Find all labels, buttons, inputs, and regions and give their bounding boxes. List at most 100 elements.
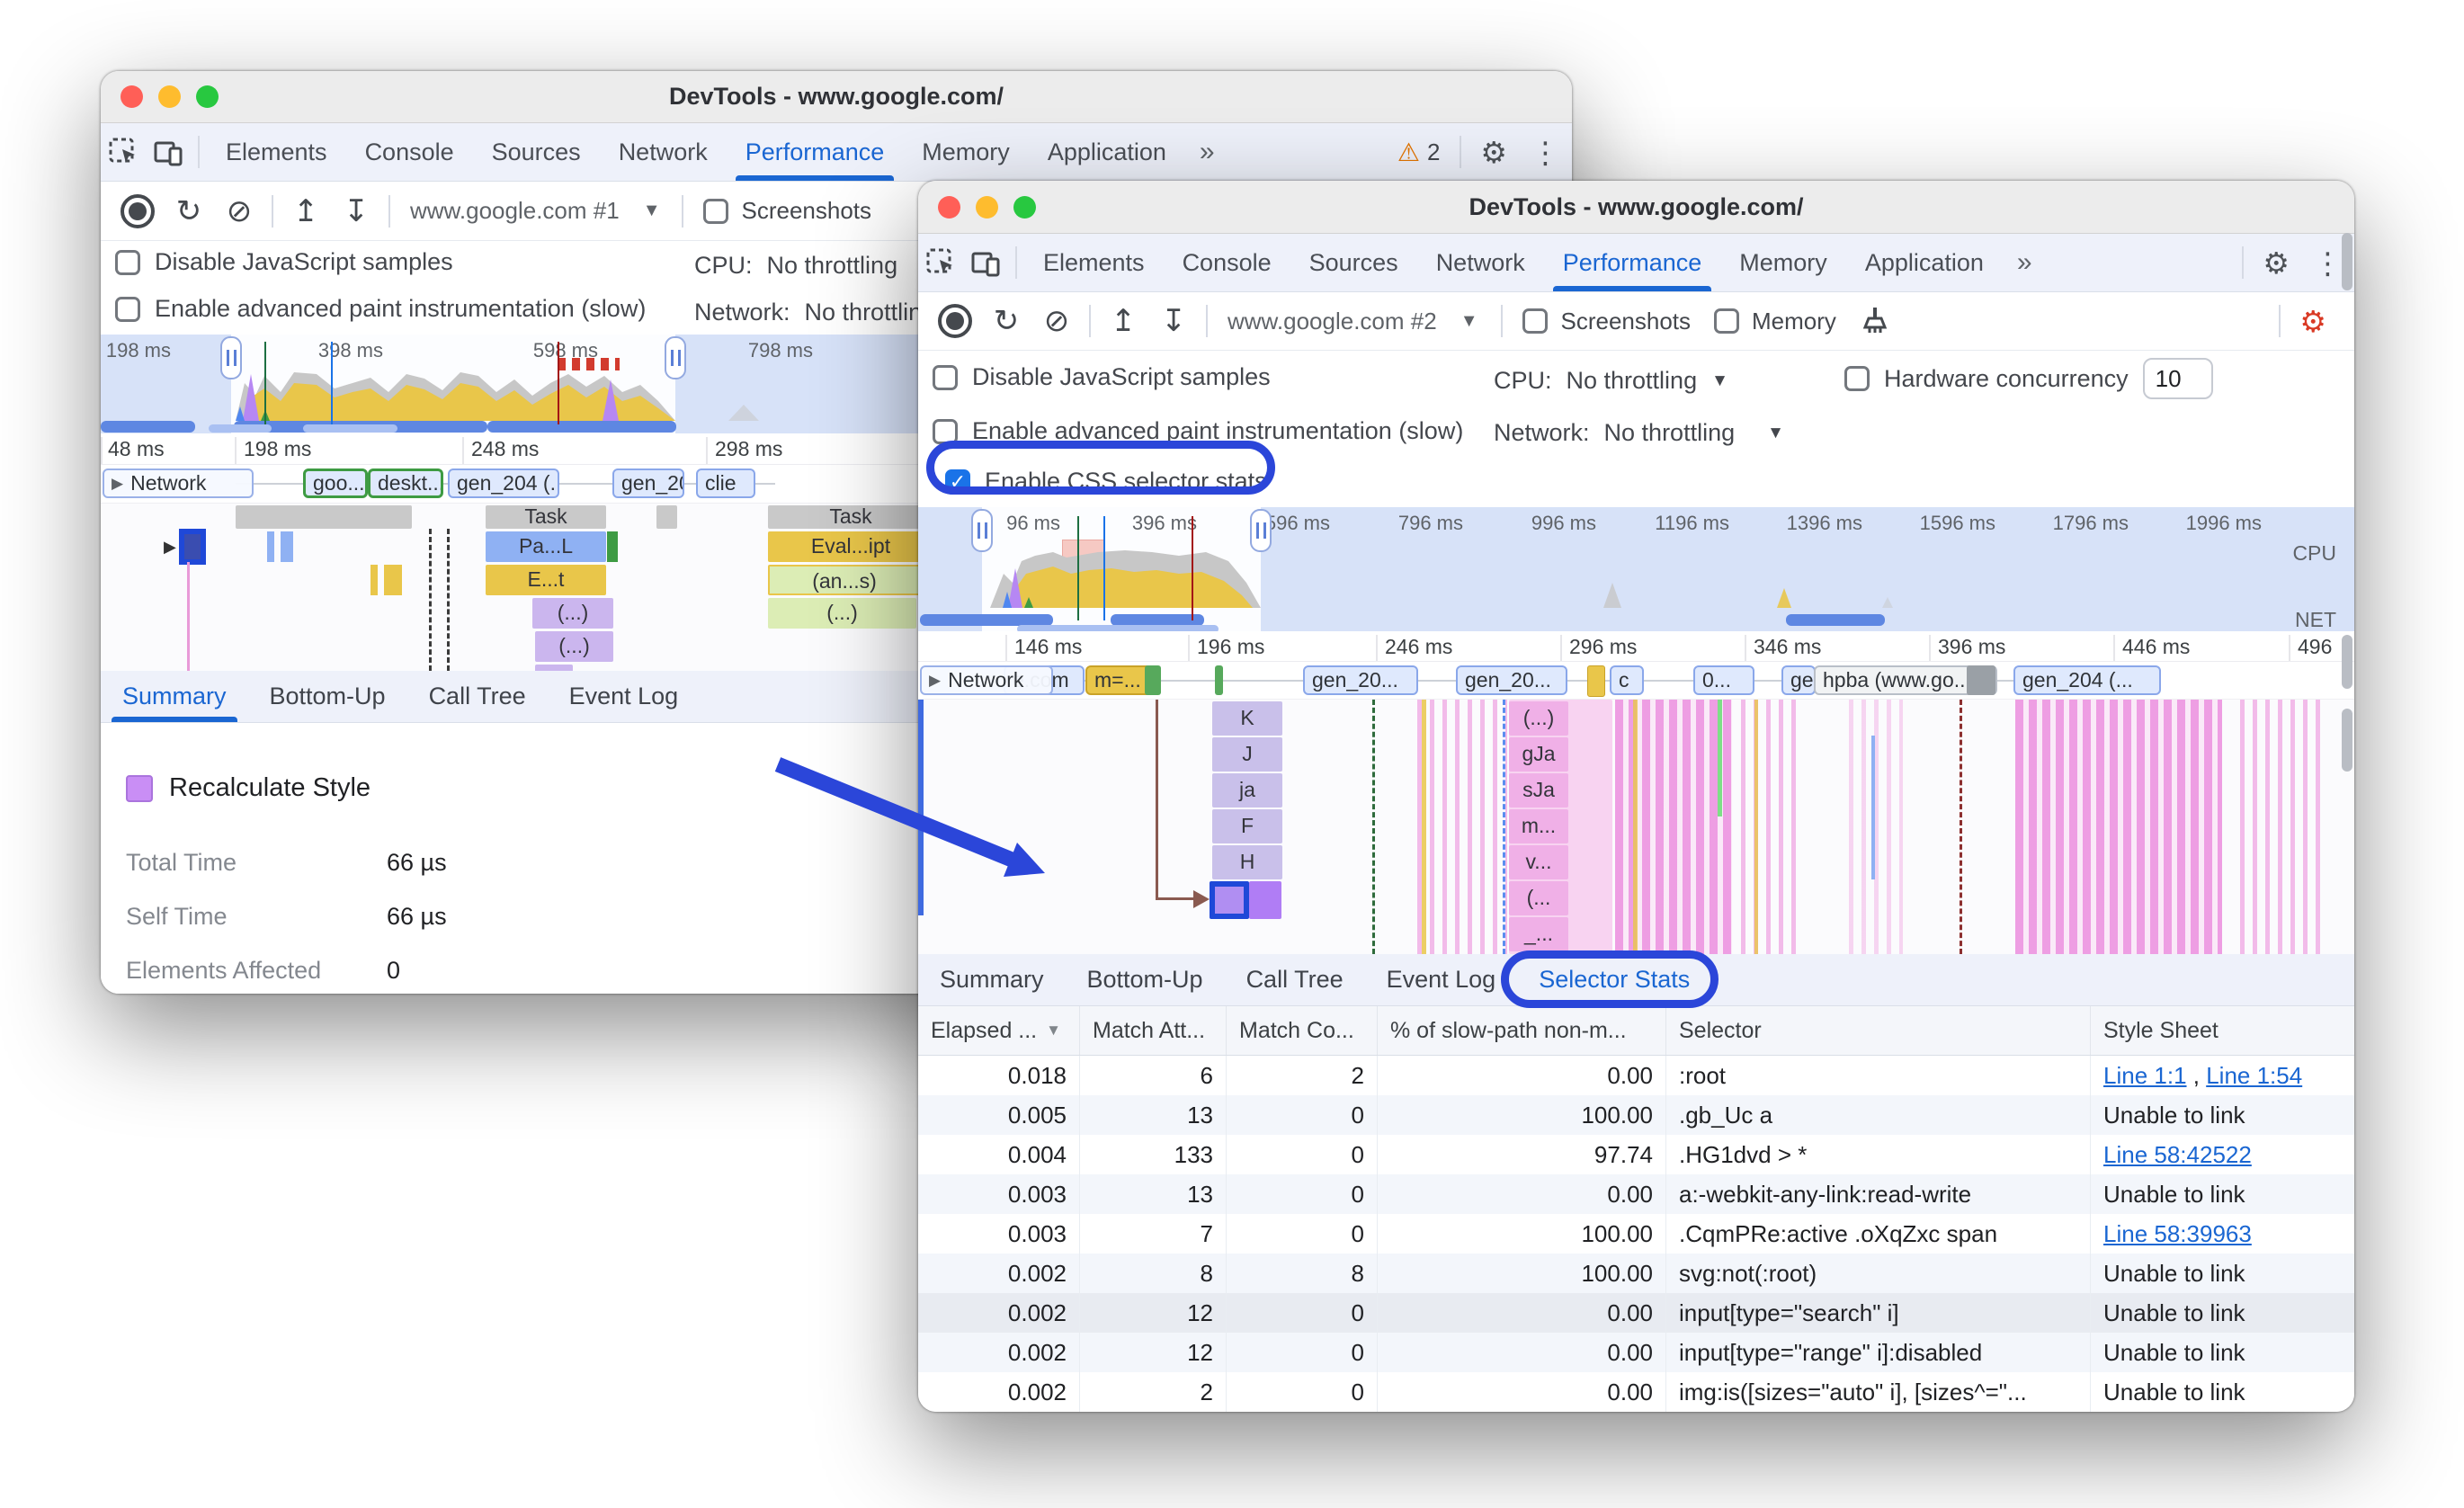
network-request[interactable]: gen_204 xyxy=(612,468,684,498)
network-request[interactable]: deskt... xyxy=(368,468,443,498)
tab-bottom-up[interactable]: Bottom-Up xyxy=(1066,954,1225,1005)
network-request[interactable]: gen_20... xyxy=(1303,665,1418,695)
css-selector-stats-checkbox[interactable]: ✓ xyxy=(945,468,970,495)
minimize-button[interactable] xyxy=(158,85,181,108)
flame-bar[interactable]: Task xyxy=(486,505,606,529)
table-row[interactable]: 0.002 2 0 0.00 img:is([sizes="auto" i], … xyxy=(918,1372,2354,1412)
selected-recalc-style-event[interactable] xyxy=(1210,881,1249,919)
clear-icon[interactable]: ⊘ xyxy=(214,193,264,229)
hardware-concurrency-checkbox[interactable] xyxy=(1844,366,1870,391)
flame-bar[interactable]: (...) xyxy=(535,631,613,662)
inspect-icon[interactable] xyxy=(101,136,146,168)
reload-and-record-icon[interactable]: ↻ xyxy=(164,193,214,229)
network-request[interactable]: clie xyxy=(696,468,755,498)
tab-performance[interactable]: Performance xyxy=(1544,234,1721,291)
tab-call-tree[interactable]: Call Tree xyxy=(407,671,548,722)
network-request[interactable]: c xyxy=(1610,665,1644,695)
issues-badge[interactable]: ⚠ 2 xyxy=(1385,138,1453,167)
selection-handle-right[interactable] xyxy=(665,336,686,379)
flame-bar[interactable]: (...) xyxy=(532,598,613,629)
settings-gear-icon[interactable]: ⚙ xyxy=(2251,245,2301,281)
selection-handle-left[interactable] xyxy=(971,509,993,552)
flame-bar[interactable]: J xyxy=(1212,737,1282,772)
main-flame-chart[interactable]: K J ja F H (...) gJa sJa m... v... (... … xyxy=(918,700,2354,954)
more-tabs-icon[interactable]: » xyxy=(2003,247,2049,278)
network-request[interactable]: gen_204 (... xyxy=(448,468,559,498)
close-button[interactable] xyxy=(938,195,960,219)
tab-selector-stats[interactable]: Selector Stats xyxy=(1517,954,1711,1005)
disable-js-checkbox[interactable] xyxy=(933,364,958,390)
screenshots-checkbox[interactable] xyxy=(703,198,729,224)
tab-summary[interactable]: Summary xyxy=(101,671,248,722)
download-profile-icon[interactable]: ↧ xyxy=(331,193,381,229)
network-request[interactable]: 0... xyxy=(1693,665,1754,695)
table-row[interactable]: 0.002 8 8 100.00 svg:not(:root) Unable t… xyxy=(918,1254,2354,1293)
download-profile-icon[interactable]: ↧ xyxy=(1148,303,1199,339)
titlebar[interactable]: DevTools - www.google.com/ xyxy=(918,181,2354,234)
network-throttle-select[interactable]: No throttling xyxy=(1604,419,1736,447)
tab-application[interactable]: Application xyxy=(1029,123,1185,181)
tab-event-log[interactable]: Event Log xyxy=(1365,954,1518,1005)
flame-bar[interactable]: H xyxy=(1212,845,1282,879)
flame-bar[interactable]: (an...s) xyxy=(768,565,921,595)
network-request[interactable]: gen_20... xyxy=(1456,665,1567,695)
screenshots-checkbox[interactable] xyxy=(1522,308,1549,334)
device-toolbar-icon[interactable] xyxy=(146,136,191,168)
stylesheet-link[interactable]: Line 58:39963 xyxy=(2103,1220,2252,1248)
tab-summary[interactable]: Summary xyxy=(918,954,1066,1005)
tab-network[interactable]: Network xyxy=(600,123,727,181)
column-header-style-sheet[interactable]: Style Sheet xyxy=(2090,1006,2354,1055)
reload-and-record-icon[interactable]: ↻ xyxy=(981,303,1031,339)
titlebar[interactable]: DevTools - www.google.com/ xyxy=(101,71,1572,123)
capture-settings-gear-icon[interactable]: ⚙ xyxy=(2288,304,2338,339)
column-header-match-count[interactable]: Match Co... xyxy=(1226,1006,1377,1055)
minimize-button[interactable] xyxy=(976,195,998,219)
column-header-match-attempts[interactable]: Match Att... xyxy=(1079,1006,1226,1055)
table-row[interactable]: 0.018 6 2 0.00 :root Line 1:1 , Line 1:5… xyxy=(918,1056,2354,1095)
paint-instrumentation-checkbox[interactable] xyxy=(115,296,140,322)
table-row[interactable]: 0.002 12 0 0.00 input[type="range" i]:di… xyxy=(918,1333,2354,1372)
table-row[interactable]: 0.003 13 0 0.00 a:-webkit-any-link:read-… xyxy=(918,1174,2354,1214)
network-request[interactable]: ge xyxy=(1781,665,1816,695)
flame-bar[interactable]: Eval...ipt xyxy=(768,531,933,562)
tab-bottom-up[interactable]: Bottom-Up xyxy=(248,671,407,722)
column-header-selector[interactable]: Selector xyxy=(1665,1006,2090,1055)
memory-checkbox[interactable] xyxy=(1714,308,1740,334)
record-button[interactable] xyxy=(938,304,972,338)
zoom-button[interactable] xyxy=(196,85,219,108)
cpu-throttle-select[interactable]: No throttling xyxy=(1567,367,1698,395)
stylesheet-link[interactable]: Line 58:42522 xyxy=(2103,1141,2252,1169)
upload-profile-icon[interactable]: ↥ xyxy=(281,193,331,229)
history-select[interactable]: www.google.com #2 xyxy=(1228,308,1437,335)
selection-handle-right[interactable] xyxy=(1250,509,1272,552)
stylesheet-link[interactable]: Line 1:1 xyxy=(2103,1062,2187,1090)
flame-bar[interactable]: (... xyxy=(1509,881,1568,915)
tab-console[interactable]: Console xyxy=(346,123,473,181)
flame-bar[interactable]: sJa xyxy=(1509,773,1568,808)
gc-broom-icon[interactable] xyxy=(1852,304,1897,338)
upload-profile-icon[interactable]: ↥ xyxy=(1098,303,1148,339)
stylesheet-link[interactable]: Line 1:54 xyxy=(2206,1062,2302,1090)
tab-sources[interactable]: Sources xyxy=(1290,234,1417,291)
paint-instrumentation-checkbox[interactable] xyxy=(933,418,958,444)
timeline-overview[interactable]: 96 ms 396 ms 596 ms 796 ms 996 ms 1196 m… xyxy=(918,507,2354,631)
column-header-slow-path[interactable]: % of slow-path non-m... xyxy=(1377,1006,1665,1055)
history-select[interactable]: www.google.com #1 xyxy=(410,197,620,225)
tab-performance[interactable]: Performance xyxy=(727,123,904,181)
tab-elements[interactable]: Elements xyxy=(1024,234,1164,291)
table-row[interactable]: 0.004 133 0 97.74 .HG1dvd > * Line 58:42… xyxy=(918,1135,2354,1174)
flame-bar[interactable]: F xyxy=(1212,809,1282,843)
inspect-icon[interactable] xyxy=(918,246,963,279)
hardware-concurrency-input[interactable] xyxy=(2142,358,2213,399)
flame-bar[interactable]: K xyxy=(1212,701,1282,736)
more-tabs-icon[interactable]: » xyxy=(1185,137,1231,167)
flame-bar[interactable]: E...t xyxy=(486,565,606,595)
tab-sources[interactable]: Sources xyxy=(473,123,600,181)
network-throttle-select[interactable]: No throttling xyxy=(805,299,936,326)
tab-elements[interactable]: Elements xyxy=(207,123,346,181)
table-row[interactable]: 0.002 12 0 0.00 input[type="search" i] U… xyxy=(918,1293,2354,1333)
flame-bar[interactable]: ( xyxy=(535,665,573,671)
network-request[interactable]: gen_204 (... xyxy=(2013,665,2161,695)
flame-bar[interactable]: ja xyxy=(1212,773,1282,808)
tab-event-log[interactable]: Event Log xyxy=(548,671,701,722)
